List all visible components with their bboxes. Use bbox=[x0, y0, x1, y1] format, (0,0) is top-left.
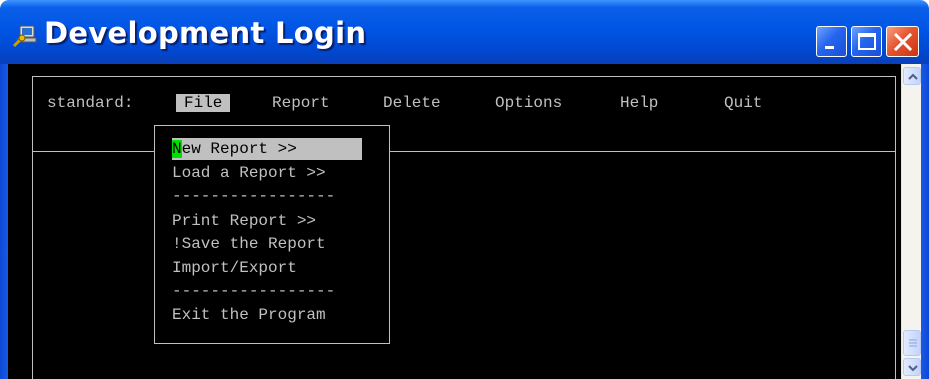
scroll-up-button[interactable] bbox=[903, 67, 921, 85]
box-right-border-top bbox=[895, 76, 896, 151]
scroll-thumb-grip-icon bbox=[909, 339, 917, 347]
menu-separator: ----------------- bbox=[172, 187, 336, 205]
title-bar[interactable]: Development Login bbox=[0, 0, 929, 64]
window-title: Development Login bbox=[44, 16, 367, 50]
close-icon bbox=[893, 32, 913, 52]
scroll-thumb[interactable] bbox=[903, 330, 921, 356]
box-left-border-top bbox=[32, 76, 33, 151]
console-area[interactable]: standard: File Report Delete Options Hel… bbox=[8, 64, 901, 379]
menu-item-print-report[interactable]: Print Report >> bbox=[172, 210, 316, 232]
box-right-border-bottom bbox=[895, 151, 896, 379]
vertical-scrollbar[interactable] bbox=[901, 64, 921, 379]
box-divider-left bbox=[32, 151, 154, 152]
menu-item-label: ew Report >> bbox=[181, 140, 297, 158]
computer-key-icon bbox=[12, 25, 37, 48]
window-frame-left bbox=[0, 64, 8, 379]
box-left-border-bottom bbox=[32, 151, 33, 379]
menu-item-exit-program[interactable]: Exit the Program bbox=[172, 304, 326, 326]
menu-file[interactable]: File bbox=[176, 94, 231, 112]
scroll-down-button[interactable] bbox=[903, 358, 921, 376]
scroll-up-arrow-icon bbox=[908, 73, 918, 80]
box-top-border bbox=[32, 76, 895, 77]
menu-quit[interactable]: Quit bbox=[724, 94, 762, 112]
minimize-icon bbox=[825, 46, 834, 49]
scroll-down-arrow-icon bbox=[908, 365, 918, 372]
menu-delete[interactable]: Delete bbox=[383, 94, 441, 112]
menu-item-import-export[interactable]: Import/Export bbox=[172, 257, 297, 279]
menu-item-load-report[interactable]: Load a Report >> bbox=[172, 162, 326, 184]
maximize-button[interactable] bbox=[851, 26, 882, 57]
menu-help[interactable]: Help bbox=[620, 94, 658, 112]
close-button[interactable] bbox=[886, 26, 919, 57]
menu-separator: ----------------- bbox=[172, 282, 336, 300]
box-divider-right bbox=[390, 151, 895, 152]
hotkey-letter: N bbox=[172, 140, 182, 158]
menu-item-save-report[interactable]: !Save the Report bbox=[172, 233, 326, 255]
menu-item-new-report[interactable]: New Report >> bbox=[172, 138, 362, 160]
file-dropdown-menu: New Report >> Load a Report >> ---------… bbox=[154, 125, 390, 344]
maximize-icon bbox=[858, 33, 876, 50]
minimize-button[interactable] bbox=[816, 26, 847, 57]
window-frame-right bbox=[921, 64, 929, 379]
menubar-label: standard: bbox=[47, 94, 134, 112]
menu-report[interactable]: Report bbox=[272, 94, 330, 112]
menu-options[interactable]: Options bbox=[495, 94, 562, 112]
